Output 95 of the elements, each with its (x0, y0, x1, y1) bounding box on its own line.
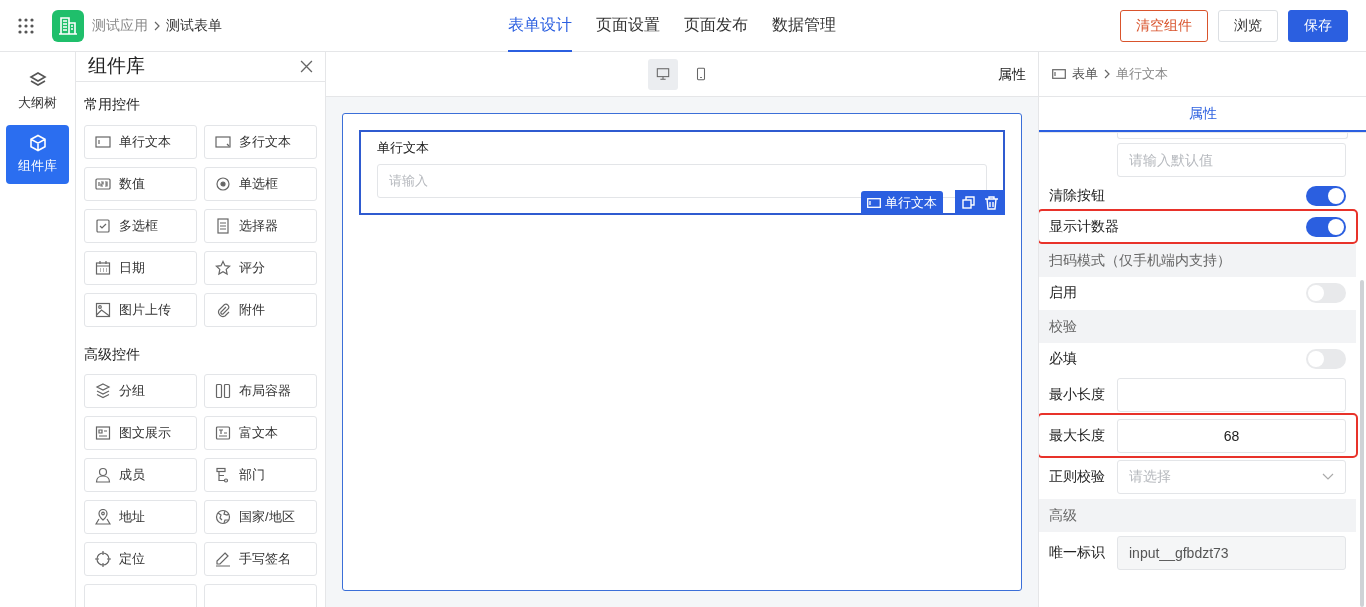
component-item[interactable]: 单选框 (204, 166, 317, 201)
nav-tab[interactable]: 数据管理 (772, 0, 836, 52)
sidebar-tab[interactable]: 大纲树 (6, 62, 69, 121)
image-icon (95, 301, 111, 318)
app-logo-icon (52, 9, 84, 42)
component-item[interactable]: 国家/地区 (204, 499, 317, 534)
breadcrumb-link[interactable]: 单行文本 (1116, 64, 1168, 84)
checkbox-icon (95, 217, 111, 234)
globe-icon (215, 508, 231, 525)
field-label: 最大长度 (1049, 426, 1106, 445)
text-field-icon (867, 197, 881, 208)
component-item[interactable]: 评分 (204, 250, 317, 285)
chevron-down-icon (1322, 473, 1334, 480)
phone-icon (694, 67, 708, 81)
field-label: 正则校验 (1049, 467, 1106, 486)
cube-icon (28, 133, 47, 152)
nav-tab[interactable]: 表单设计 (508, 0, 572, 52)
map-pin-icon (95, 508, 111, 525)
id-card-icon (95, 424, 111, 441)
breadcrumb-link[interactable]: 测试表单 (166, 15, 222, 36)
nav-tab[interactable]: 页面设置 (596, 0, 660, 52)
layers-icon (28, 70, 47, 89)
nav-tab[interactable]: 页面发布 (684, 0, 748, 52)
field-label: 启用 (1049, 283, 1078, 302)
component-item[interactable]: 数值 (84, 166, 197, 201)
field-label: 唯一标识 (1049, 543, 1106, 562)
user-icon (95, 466, 111, 483)
toggle-switch[interactable] (1306, 216, 1346, 237)
radio-icon (215, 175, 231, 192)
chevron-right-icon (1104, 69, 1110, 79)
component-item[interactable]: 日期 (84, 250, 197, 285)
field-label: 必填 (1049, 349, 1078, 368)
component-item[interactable]: 多行文本 (204, 124, 317, 159)
monitor-icon (656, 67, 670, 81)
breadcrumb-link[interactable]: 表单 (1072, 64, 1098, 84)
text-field-icon (95, 133, 111, 150)
close-icon[interactable] (300, 59, 313, 73)
copy-icon[interactable] (962, 196, 975, 209)
panel-tab[interactable]: 属性 (1039, 97, 1366, 132)
panel-title: 组件库 (88, 54, 145, 78)
selected-form-field[interactable]: 单行文本 请输入 单行文本 (359, 130, 1005, 215)
rich-text-icon (215, 424, 231, 441)
component-item[interactable]: 成员 (84, 457, 197, 492)
list-icon (215, 217, 231, 234)
input-field[interactable]: 请输入默认值 (1117, 142, 1346, 177)
paperclip-icon (215, 301, 231, 318)
pen-icon (215, 550, 231, 567)
sidebar-tab[interactable]: 组件库 (6, 125, 69, 184)
component-item[interactable]: 单行文本 (84, 124, 197, 159)
field-label: 清除按钮 (1049, 186, 1106, 205)
section-header: 校验 (1039, 310, 1356, 343)
component-item[interactable]: 图片上传 (84, 292, 197, 327)
textarea-icon (215, 133, 231, 150)
breadcrumb-link[interactable]: 测试应用 (92, 15, 148, 36)
component-item[interactable]: 多选框 (84, 208, 197, 243)
delete-icon[interactable] (985, 195, 998, 210)
toolbar-button[interactable]: 清空组件 (1120, 9, 1208, 42)
component-item[interactable]: 地址 (84, 499, 197, 534)
columns-icon (215, 382, 231, 399)
section-header: 高级 (1039, 499, 1356, 532)
layers-icon (95, 382, 111, 399)
input-field[interactable]: 68 (1117, 418, 1346, 453)
section-title: 常用控件 (84, 94, 141, 114)
input-field[interactable]: input__gfbdzt73 (1117, 535, 1346, 570)
field-label: 最小长度 (1049, 385, 1106, 404)
component-item[interactable]: 定位 (84, 541, 197, 576)
component-item[interactable]: 富文本 (204, 415, 317, 450)
component-item[interactable]: 分组 (84, 373, 197, 408)
scrollbar[interactable] (1360, 280, 1364, 607)
toolbar-button[interactable]: 浏览 (1218, 9, 1278, 42)
panel-label: 属性 (998, 64, 1026, 84)
component-tag: 单行文本 (861, 191, 943, 214)
calendar-icon (95, 259, 111, 276)
star-icon (215, 259, 231, 276)
section-title: 高级控件 (84, 344, 141, 364)
component-item[interactable]: 图文展示 (84, 415, 197, 450)
input-field[interactable] (1117, 377, 1346, 412)
toggle-switch[interactable] (1306, 185, 1346, 206)
text-field-icon (1052, 69, 1066, 79)
section-header: 扫码模式（仅手机端内支持） (1039, 244, 1356, 277)
input-field[interactable] (1117, 133, 1348, 139)
field-label: 显示计数器 (1049, 217, 1119, 236)
chevron-right-icon (154, 20, 160, 31)
app-grid-icon[interactable] (18, 17, 34, 34)
component-item[interactable]: 部门 (204, 457, 317, 492)
component-item[interactable]: 手写签名 (204, 541, 317, 576)
crosshair-icon (95, 550, 111, 567)
number-icon (95, 175, 111, 192)
component-item[interactable]: 选择器 (204, 208, 317, 243)
toolbar-button[interactable]: 保存 (1288, 9, 1348, 42)
component-item[interactable]: 布局容器 (204, 373, 317, 408)
field-label: 单行文本 (377, 139, 430, 157)
component-item[interactable]: 附件 (204, 292, 317, 327)
device-toggle[interactable] (648, 58, 678, 90)
org-tree-icon (215, 466, 231, 483)
